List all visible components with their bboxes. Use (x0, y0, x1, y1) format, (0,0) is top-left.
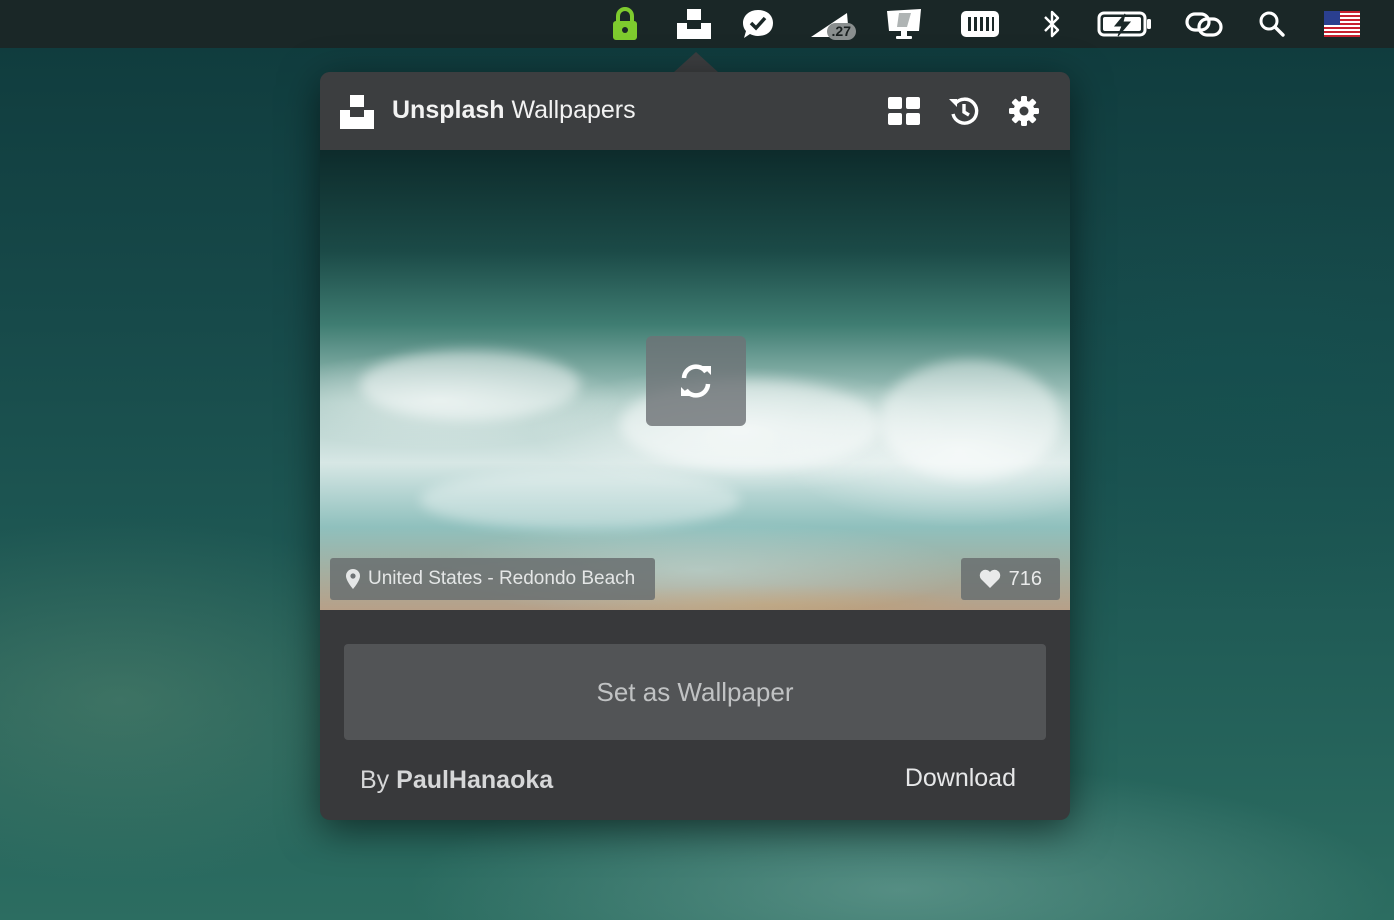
foam-texture (880, 360, 1060, 480)
grid-view-button[interactable] (886, 94, 922, 128)
gear-icon (1009, 96, 1039, 126)
us-flag-icon[interactable] (1322, 6, 1362, 42)
menubar-badge: .27 (826, 23, 856, 40)
author-name-link[interactable]: PaulHanaoka (396, 766, 553, 794)
foam-texture (420, 470, 740, 530)
history-button[interactable] (946, 94, 982, 128)
location-badge: United States - Redondo Beach (330, 558, 656, 600)
likes-badge: 716 (960, 558, 1060, 600)
set-as-wallpaper-button[interactable]: Set as Wallpaper (344, 644, 1046, 740)
app-title-brand: Unsplash (392, 96, 505, 124)
memory-icon[interactable] (958, 6, 1002, 42)
download-link[interactable]: Download (905, 764, 1016, 793)
likes-count: 716 (1008, 567, 1042, 590)
history-icon (949, 97, 979, 125)
unsplash-icon[interactable] (676, 6, 712, 42)
bluetooth-icon[interactable] (1038, 6, 1066, 42)
menu-bar: .27 (0, 0, 1394, 48)
location-pin-icon (346, 569, 360, 589)
author-prefix: By (360, 766, 390, 794)
unsplash-popover: Unsplash Wallpapers United States - Redo… (320, 72, 1070, 820)
heart-icon (979, 569, 1000, 588)
ruler-triangle-icon[interactable]: .27 (808, 6, 856, 42)
app-title-rest: Wallpapers (511, 96, 636, 124)
author-credit: By PaulHanaoka (360, 766, 553, 795)
popover-header: Unsplash Wallpapers (320, 72, 1070, 150)
checkmark-bubble-icon[interactable] (740, 6, 776, 42)
settings-button[interactable] (1006, 94, 1042, 128)
imac-icon[interactable] (884, 6, 924, 42)
popover-arrow (674, 52, 718, 72)
location-text: United States - Redondo Beach (368, 568, 636, 589)
grid-icon (888, 97, 920, 125)
wallpaper-preview: United States - Redondo Beach 716 (320, 150, 1070, 610)
refresh-icon (681, 364, 711, 398)
unsplash-logo-icon (340, 95, 374, 134)
battery-charging-icon[interactable] (1096, 6, 1154, 42)
app-title: Unsplash Wallpapers (392, 96, 636, 125)
search-icon[interactable] (1256, 6, 1288, 42)
lock-icon[interactable] (608, 6, 642, 42)
foam-texture (360, 350, 580, 420)
refresh-button[interactable] (646, 336, 746, 426)
link-icon[interactable] (1184, 6, 1224, 42)
